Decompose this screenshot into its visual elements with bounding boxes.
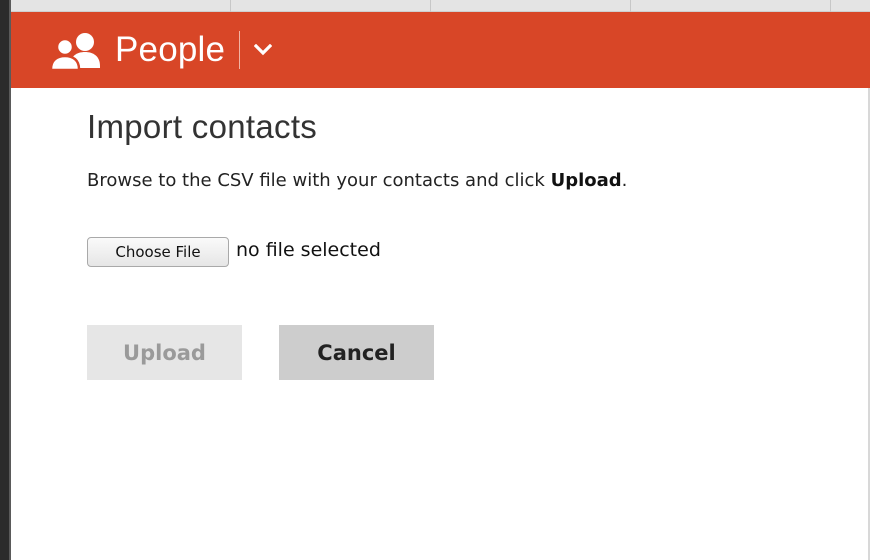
page-title: Import contacts — [87, 108, 318, 145]
cancel-button[interactable]: Cancel — [279, 325, 434, 380]
instruction-text: Browse to the CSV file with your contact… — [87, 170, 827, 191]
app-switcher-button[interactable] — [252, 39, 274, 61]
dialog-actions: Upload Cancel — [87, 325, 827, 380]
upload-button[interactable]: Upload — [87, 325, 242, 380]
choose-file-button[interactable]: Choose File — [87, 237, 229, 267]
instruction-suffix: . — [621, 170, 628, 191]
file-input: Choose File no file selected — [87, 237, 827, 267]
people-icon — [49, 32, 105, 72]
window-left-border — [0, 0, 11, 560]
browser-top-strip — [0, 0, 870, 12]
instruction-emphasis: Upload — [550, 170, 622, 191]
chevron-down-icon — [254, 44, 273, 56]
header-divider — [239, 31, 241, 69]
file-status-text: no file selected — [236, 239, 381, 261]
app-header: People — [11, 12, 870, 88]
instruction-prefix: Browse to the CSV file with your contact… — [87, 170, 551, 191]
app-title: People — [115, 30, 226, 69]
app-window: People Import contacts Browse to the CSV… — [0, 0, 870, 560]
import-contacts-panel: Import contacts Browse to the CSV file w… — [87, 108, 827, 380]
